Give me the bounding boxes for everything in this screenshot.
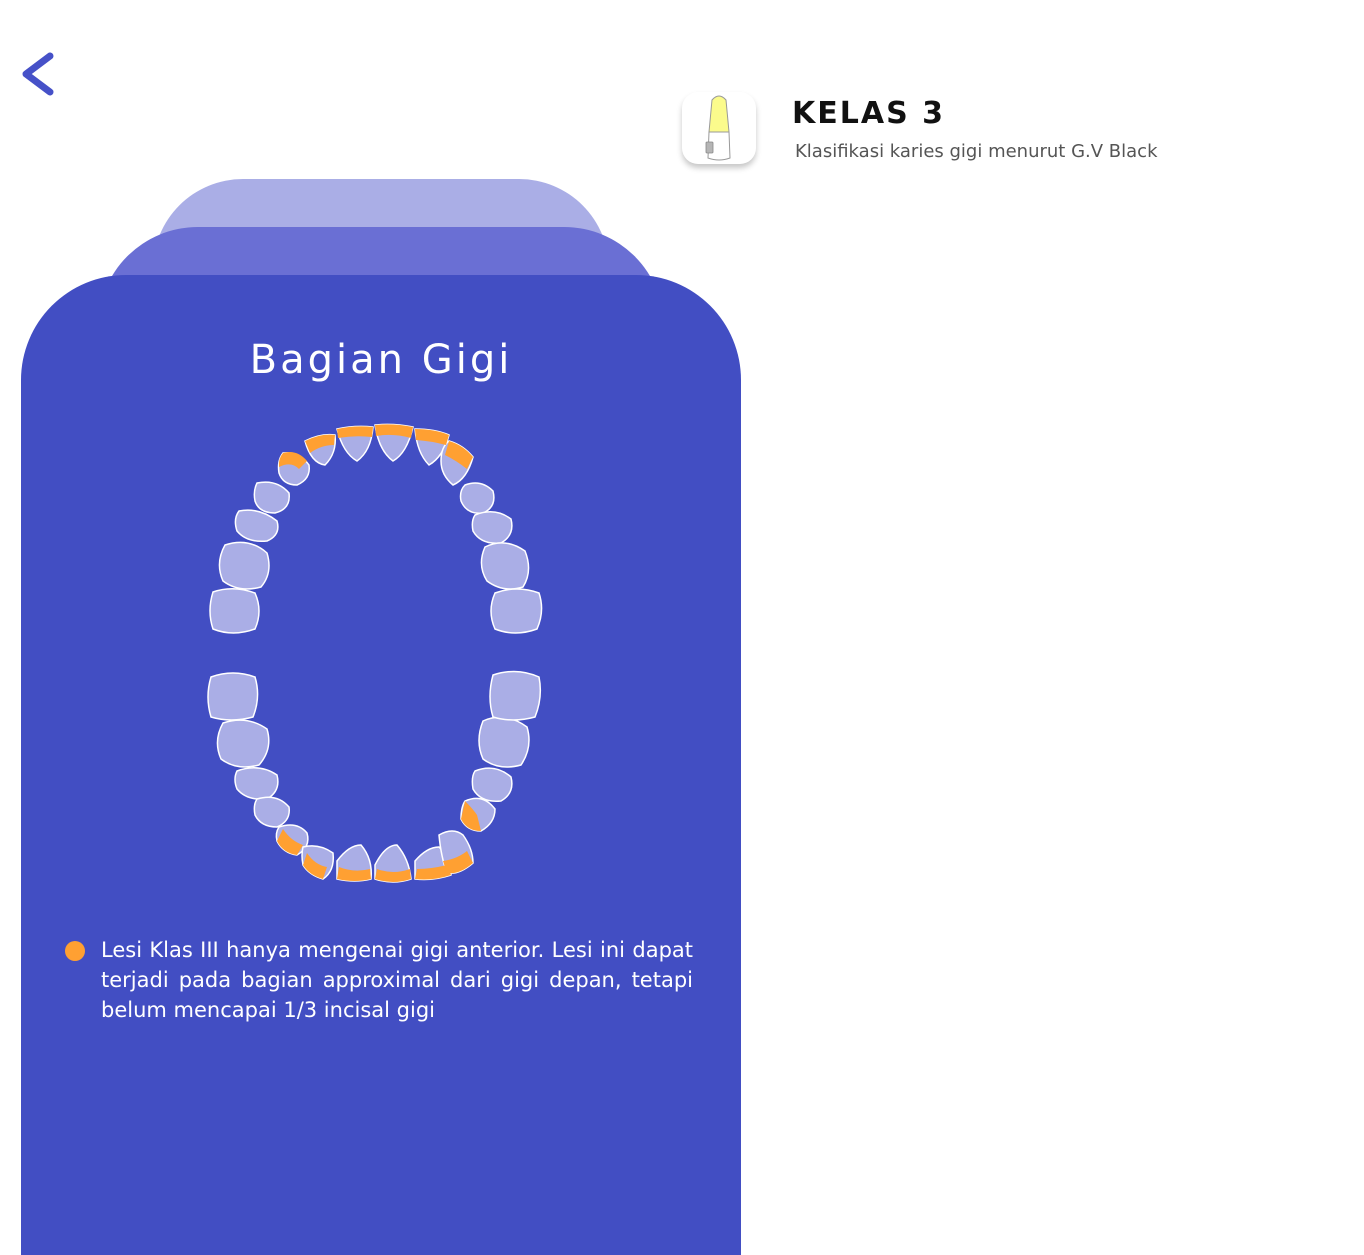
- description-item: Lesi Klas III hanya mengenai gigi anteri…: [65, 935, 693, 1025]
- page: KELAS 3 Klasifikasi karies gigi menurut …: [0, 0, 1364, 1255]
- page-subtitle: Klasifikasi karies gigi menurut G.V Blac…: [795, 141, 1158, 162]
- chevron-left-icon: [22, 52, 54, 96]
- description-text: Lesi Klas III hanya mengenai gigi anteri…: [101, 938, 693, 1022]
- tooth-icon: [682, 92, 756, 164]
- dental-arch-icon: [207, 423, 543, 883]
- back-button[interactable]: [14, 48, 62, 100]
- orange-bullet-icon: [65, 941, 85, 961]
- info-card: Bagian Gigi Lesi Klas III hanya mengenai…: [21, 275, 741, 1255]
- page-title: KELAS 3: [792, 96, 945, 131]
